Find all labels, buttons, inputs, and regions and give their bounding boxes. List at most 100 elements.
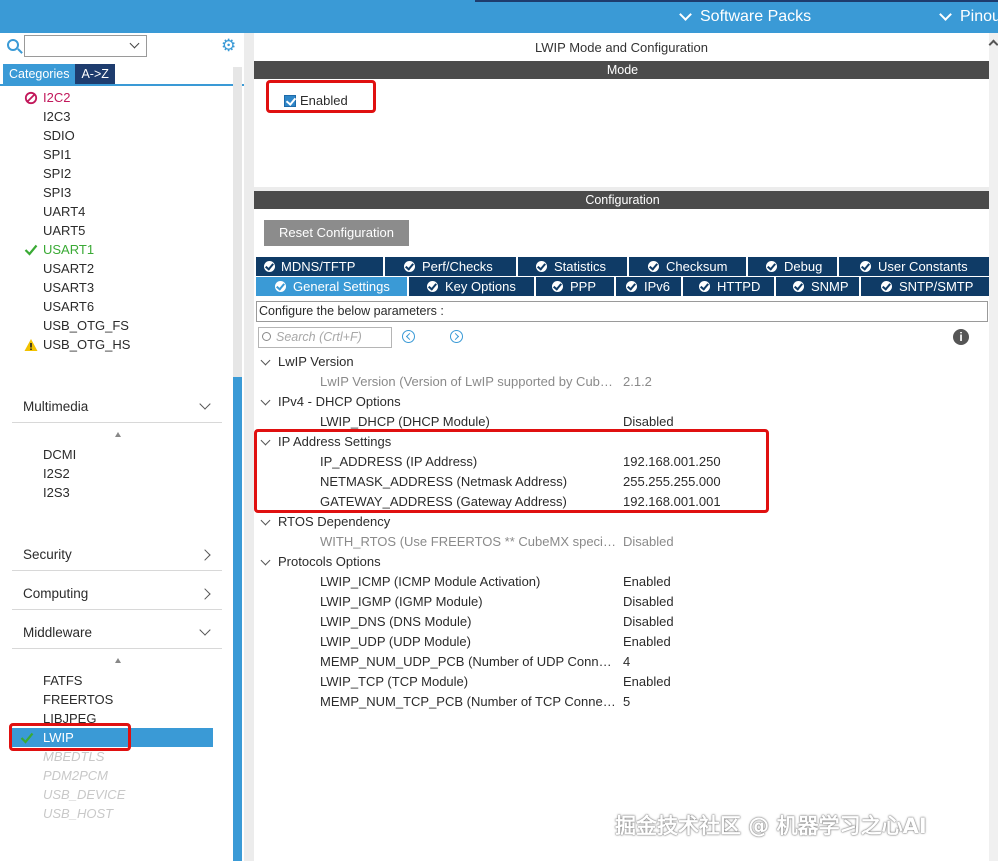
tab-snmp[interactable]: SNMP (776, 277, 859, 296)
panel-splitter[interactable] (244, 33, 254, 861)
value-lwip-version: 2.1.2 (623, 374, 652, 389)
sort-icon[interactable] (114, 431, 122, 439)
value-lwip-dns[interactable]: Disabled (623, 614, 674, 629)
sort-icon[interactable] (114, 657, 122, 665)
software-packs-menu[interactable]: Software Packs (679, 8, 812, 26)
tab-statistics[interactable]: Statistics (518, 257, 627, 276)
mode-section: Enabled (254, 80, 991, 187)
tab-debug[interactable]: Debug (748, 257, 837, 276)
tab-a-z[interactable]: A->Z (75, 64, 115, 84)
category-multimedia-label: Multimedia (23, 399, 89, 414)
peripheral-i2c2[interactable]: I2C2 (43, 88, 70, 107)
value-lwip-tcp[interactable]: Enabled (623, 674, 671, 689)
tab-categories[interactable]: Categories (3, 64, 76, 84)
watermark: 掘金技术社区 @ 机器学习之心AI (615, 814, 927, 838)
param-lwip-icmp[interactable]: LWIP_ICMP (ICMP Module Activation) (320, 574, 616, 589)
param-lwip-igmp[interactable]: LWIP_IGMP (IGMP Module) (320, 594, 616, 609)
pinout-label: Pinou (960, 8, 998, 25)
chevron-down-icon[interactable] (260, 395, 271, 406)
category-security[interactable]: Security (12, 539, 222, 571)
group-protocols-options[interactable]: Protocols Options (278, 554, 381, 569)
peripheral-uart5[interactable]: UART5 (43, 221, 85, 240)
peripheral-dcmi[interactable]: DCMI (43, 445, 76, 464)
peripheral-sdio[interactable]: SDIO (43, 126, 75, 145)
chevron-down-icon[interactable] (260, 515, 271, 526)
check-icon (24, 244, 38, 256)
value-lwip-igmp[interactable]: Disabled (623, 594, 674, 609)
peripheral-usb-otg-fs[interactable]: USB_OTG_FS (43, 316, 129, 335)
check-icon (264, 261, 275, 272)
peripheral-usart3[interactable]: USART3 (43, 278, 94, 297)
tab-httpd[interactable]: HTTPD (683, 277, 774, 296)
left-scrollbar-thumb[interactable] (233, 377, 242, 861)
middleware-fatfs[interactable]: FATFS (43, 671, 82, 690)
category-middleware[interactable]: Middleware (12, 617, 222, 649)
peripheral-usart2[interactable]: USART2 (43, 259, 94, 278)
chevron-down-icon (939, 8, 952, 21)
pinout-menu[interactable]: Pinou (939, 8, 998, 26)
peripheral-i2s2[interactable]: I2S2 (43, 464, 70, 483)
category-multimedia[interactable]: Multimedia (12, 391, 222, 423)
chevron-down-icon[interactable] (129, 38, 140, 49)
lwip-config-panel: LWIP Mode and Configuration Mode Enabled… (254, 33, 998, 861)
value-lwip-udp[interactable]: Enabled (623, 634, 671, 649)
gear-icon[interactable]: ⚙ (221, 37, 238, 54)
tab-key-options[interactable]: Key Options (409, 277, 534, 296)
search-icon[interactable] (7, 39, 19, 51)
param-memp-num-udp-pcb[interactable]: MEMP_NUM_UDP_PCB (Number of UDP Connecti… (320, 654, 616, 669)
group-ipv4-dhcp[interactable]: IPv4 - DHCP Options (278, 394, 401, 409)
chevron-down-icon[interactable] (260, 355, 271, 366)
peripheral-uart4[interactable]: UART4 (43, 202, 85, 221)
previous-result-button[interactable] (402, 330, 415, 343)
check-icon (766, 261, 777, 272)
tab-ipv6[interactable]: IPv6 (616, 277, 681, 296)
software-packs-label: Software Packs (700, 8, 812, 25)
toolbar-accent-line (475, 0, 998, 2)
right-scrollbar[interactable] (988, 33, 998, 861)
peripheral-spi2[interactable]: SPI2 (43, 164, 71, 183)
param-lwip-tcp[interactable]: LWIP_TCP (TCP Module) (320, 674, 616, 689)
tab-user-constants[interactable]: User Constants (839, 257, 990, 276)
middleware-pdm2pcm[interactable]: PDM2PCM (43, 766, 108, 785)
tab-checksum[interactable]: Checksum (629, 257, 746, 276)
tab-underline (0, 84, 244, 86)
param-lwip-udp[interactable]: LWIP_UDP (UDP Module) (320, 634, 616, 649)
peripheral-usart1[interactable]: USART1 (43, 240, 94, 259)
param-lwip-dns[interactable]: LWIP_DNS (DNS Module) (320, 614, 616, 629)
param-with-rtos: WITH_RTOS (Use FREERTOS ** CubeMX specif… (320, 534, 616, 549)
chevron-down-icon[interactable] (260, 555, 271, 566)
next-result-button[interactable] (450, 330, 463, 343)
tab-general-settings[interactable]: General Settings (256, 277, 407, 296)
peripheral-usart6[interactable]: USART6 (43, 297, 94, 316)
panel-title: LWIP Mode and Configuration (535, 40, 708, 55)
middleware-usb-device[interactable]: USB_DEVICE (43, 785, 125, 804)
parameter-search-input[interactable]: Search (Crtl+F) (258, 327, 392, 348)
tab-perf-checks[interactable]: Perf/Checks (385, 257, 516, 276)
value-memp-num-udp-pcb[interactable]: 4 (623, 654, 630, 669)
group-lwip-version[interactable]: LwIP Version (278, 354, 354, 369)
group-rtos-dependency[interactable]: RTOS Dependency (278, 514, 390, 529)
tab-mdns-tftp[interactable]: MDNS/TFTP (256, 257, 383, 276)
value-memp-num-tcp-pcb[interactable]: 5 (623, 694, 630, 709)
peripheral-spi3[interactable]: SPI3 (43, 183, 71, 202)
info-icon[interactable]: i (953, 329, 969, 345)
category-computing[interactable]: Computing (12, 578, 222, 610)
reset-configuration-button[interactable]: Reset Configuration (264, 220, 409, 246)
peripheral-usb-otg-hs[interactable]: USB_OTG_HS (43, 335, 130, 354)
value-lwip-dhcp[interactable]: Disabled (623, 414, 674, 429)
middleware-usb-host[interactable]: USB_HOST (43, 804, 113, 823)
category-search-combo[interactable] (24, 35, 147, 57)
enabled-highlight-box (266, 80, 376, 113)
param-lwip-dhcp[interactable]: LWIP_DHCP (DHCP Module) (320, 414, 616, 429)
check-icon (699, 281, 710, 292)
peripheral-i2c3[interactable]: I2C3 (43, 107, 70, 126)
chevron-up-icon[interactable] (988, 39, 998, 50)
peripheral-spi1[interactable]: SPI1 (43, 145, 71, 164)
param-memp-num-tcp-pcb[interactable]: MEMP_NUM_TCP_PCB (Number of TCP Connecti… (320, 694, 616, 709)
value-lwip-icmp[interactable]: Enabled (623, 574, 671, 589)
peripheral-i2s3[interactable]: I2S3 (43, 483, 70, 502)
middleware-freertos[interactable]: FREERTOS (43, 690, 113, 709)
tab-ppp[interactable]: PPP (536, 277, 614, 296)
tab-sntp-smtp[interactable]: SNTP/SMTP (861, 277, 989, 296)
top-toolbar: Software Packs Pinou (0, 0, 998, 33)
